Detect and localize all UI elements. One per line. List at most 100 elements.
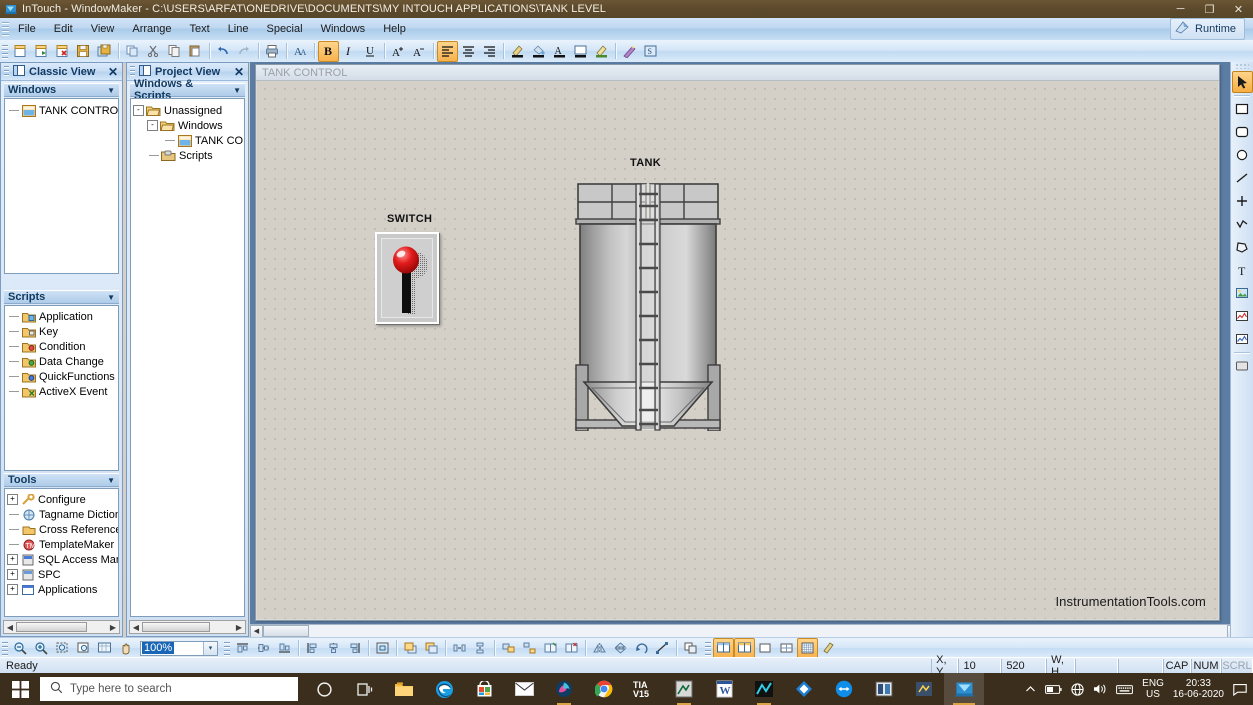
center-button[interactable] [372, 638, 393, 659]
tree-node-windows[interactable]: - Windows [131, 118, 244, 133]
script-item-condition[interactable]: Condition [5, 339, 118, 354]
task-view-icon[interactable] [344, 673, 384, 705]
intouch-windowmaker-icon[interactable] [944, 673, 984, 705]
mail-icon[interactable] [504, 673, 544, 705]
tool-item-applications[interactable]: + Applications [5, 582, 118, 597]
bold-button[interactable]: B [318, 40, 339, 62]
script-item-quickfunctions[interactable]: QuickFunctions [5, 369, 118, 384]
make-symbol-button[interactable] [498, 638, 519, 659]
paint-3d-icon[interactable] [544, 673, 584, 705]
hscroll-thumb[interactable] [263, 624, 309, 637]
classic-view-hscrollbar[interactable]: ◀ ▶ [3, 620, 120, 634]
decrease-font-button[interactable]: A [409, 41, 430, 62]
close-button[interactable]: ✕ [1224, 0, 1253, 18]
italic-button[interactable]: I [339, 41, 360, 62]
expander-icon[interactable]: + [7, 569, 18, 580]
battery-icon[interactable] [1045, 684, 1062, 695]
break-cell-button[interactable] [561, 638, 582, 659]
duplicate-object-button[interactable] [680, 638, 701, 659]
bitmap-tool[interactable] [1232, 282, 1253, 304]
tool-item-configure[interactable]: + Configure [5, 492, 118, 507]
polyline-tool[interactable] [1232, 213, 1253, 235]
zoom-selection-button[interactable] [52, 638, 73, 659]
line-color-button[interactable] [507, 41, 528, 62]
close-window-button[interactable] [52, 41, 73, 62]
highlight-color-button[interactable] [591, 41, 612, 62]
expander-icon[interactable]: + [7, 554, 18, 565]
scripts-tree[interactable]: Application Key Condition Data Change Qu… [4, 305, 119, 471]
tree-node-unassigned[interactable]: - Unassigned [131, 103, 244, 118]
script-item-application[interactable]: Application [5, 309, 118, 324]
rotate-button[interactable] [631, 638, 652, 659]
arrange-icons-button[interactable] [776, 638, 797, 659]
windows-scripts-section-header[interactable]: Windows & Scripts ▼ [130, 78, 245, 102]
align-center-h-button[interactable] [323, 638, 344, 659]
zoom-combobox[interactable]: 100% ▾ [140, 640, 218, 656]
search-input[interactable]: Type here to search [40, 677, 298, 701]
scroll-left-icon[interactable]: ◀ [130, 623, 142, 632]
autocad-icon[interactable] [784, 673, 824, 705]
switch-object[interactable] [375, 232, 439, 324]
bring-to-front-button[interactable] [400, 638, 421, 659]
notification-icon[interactable] [1233, 683, 1247, 696]
maximize-button[interactable]: ❐ [1195, 0, 1224, 18]
scroll-track[interactable] [16, 621, 107, 633]
open-window-button[interactable] [31, 41, 52, 62]
scroll-track[interactable] [142, 621, 233, 633]
google-chrome-icon[interactable] [584, 673, 624, 705]
align-edge-left-button[interactable] [302, 638, 323, 659]
tia-portal-v15-icon[interactable]: TIA V15 [624, 673, 664, 705]
save-all-button[interactable] [94, 41, 115, 62]
script-item-activex-event[interactable]: ActiveX Event [5, 384, 118, 399]
keyboard-icon[interactable] [1116, 684, 1134, 695]
text-tool[interactable]: T [1232, 259, 1253, 281]
tray-chevron-icon[interactable] [1025, 685, 1036, 694]
grid-toggle-button[interactable] [797, 637, 818, 659]
scroll-thumb[interactable] [142, 622, 211, 632]
cortana-icon[interactable] [304, 673, 344, 705]
bottom-grip-1[interactable] [2, 639, 8, 657]
zoom-in-button[interactable] [31, 638, 52, 659]
tools-tree[interactable]: + Configure Tagname Dictiona Cross Refer… [4, 488, 119, 617]
drawing-canvas[interactable]: SWITCH TANK InstrumentationTools.com [257, 81, 1218, 619]
symbol-factory-button[interactable]: S [640, 41, 661, 62]
scripts-section-header[interactable]: Scripts ▼ [4, 290, 119, 304]
menu-grip[interactable] [2, 21, 9, 37]
menu-edit[interactable]: Edit [45, 20, 82, 38]
teamviewer-icon[interactable] [824, 673, 864, 705]
redo-button[interactable] [234, 41, 255, 62]
align-edge-right-button[interactable] [344, 638, 365, 659]
window-color-button[interactable] [570, 41, 591, 62]
scroll-left-icon[interactable]: ◀ [250, 624, 263, 638]
tool-item-sql-access-manager[interactable]: + SQL Access Mana [5, 552, 118, 567]
menu-windows[interactable]: Windows [312, 20, 375, 38]
break-symbol-button[interactable] [519, 638, 540, 659]
flip-vertical-button[interactable] [610, 638, 631, 659]
canvas-hscrollbar[interactable]: ◀ ▶ [250, 624, 1240, 638]
simatic-manager-icon[interactable] [864, 673, 904, 705]
chevron-down-icon[interactable]: ▼ [107, 476, 115, 485]
menu-view[interactable]: View [82, 20, 124, 38]
zoom-value[interactable]: 100% [142, 642, 175, 654]
menu-file[interactable]: File [9, 20, 45, 38]
ellipse-tool[interactable] [1232, 144, 1253, 166]
cascade-button[interactable] [755, 638, 776, 659]
font-button[interactable]: AA [290, 41, 311, 62]
project-view-close-icon[interactable]: ✕ [233, 65, 245, 79]
duplicate-button[interactable] [122, 41, 143, 62]
bottom-grip-2[interactable] [224, 639, 230, 657]
wincc-icon[interactable] [744, 673, 784, 705]
send-to-back-button[interactable] [421, 638, 442, 659]
select-tool[interactable] [1231, 71, 1253, 93]
step7-icon[interactable] [664, 673, 704, 705]
align-top-button[interactable] [232, 638, 253, 659]
reshape-button[interactable] [652, 638, 673, 659]
rounded-rectangle-tool[interactable] [1232, 121, 1253, 143]
volume-icon[interactable] [1093, 683, 1107, 695]
make-cell-button[interactable] [540, 638, 561, 659]
microsoft-edge-icon[interactable] [424, 673, 464, 705]
align-bottom-button[interactable] [274, 638, 295, 659]
logix-designer-icon[interactable] [904, 673, 944, 705]
align-middle-button[interactable] [253, 638, 274, 659]
tools-section-header[interactable]: Tools ▼ [4, 473, 119, 487]
